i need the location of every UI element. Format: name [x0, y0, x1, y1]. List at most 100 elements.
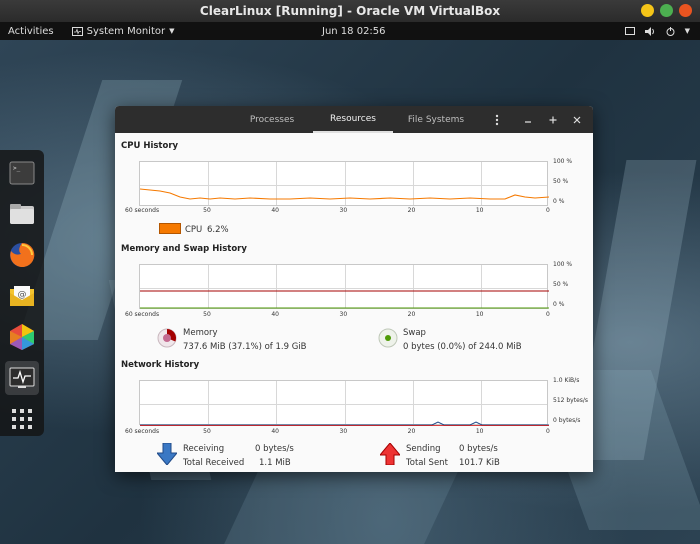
app-menu-label: System Monitor	[86, 25, 166, 37]
cpu-legend-value: 6.2%	[207, 225, 229, 235]
tab-file-systems[interactable]: File Systems	[405, 106, 467, 133]
firefox-icon	[10, 242, 35, 267]
virtualbox-title: ClearLinux [Running] - Oracle VM Virtual…	[199, 4, 501, 18]
y-tick-label: 100 %	[553, 261, 573, 268]
cpu-section-title: CPU History	[121, 141, 179, 151]
clock[interactable]: Jun 18 02:56	[322, 26, 386, 37]
x-tick-label: 50	[203, 428, 211, 435]
volume-icon	[644, 26, 654, 36]
window-minimize-button[interactable]	[518, 106, 538, 133]
sending-rate: 0 bytes/s	[459, 444, 498, 454]
activities-button[interactable]: Activities	[8, 26, 54, 37]
minimize-button[interactable]	[641, 4, 654, 17]
plus-icon	[549, 116, 557, 123]
tab-resources[interactable]: Resources	[313, 106, 393, 133]
x-tick-label: 10	[475, 311, 484, 318]
x-tick-label: 30	[339, 311, 348, 318]
y-tick-label: 0 %	[553, 301, 565, 308]
receiving-arrow-icon	[157, 443, 177, 465]
dash-dock: >_ @	[0, 150, 44, 436]
maximize-button[interactable]	[660, 4, 673, 17]
memory-section-title: Memory and Swap History	[121, 244, 247, 254]
dock-terminal[interactable]: >_	[5, 156, 39, 190]
x-tick-label: 60 seconds	[125, 311, 160, 318]
sending-arrow-icon	[380, 443, 400, 465]
total-sent-value: 101.7 KiB	[459, 458, 500, 468]
menu-button[interactable]	[487, 106, 507, 133]
chevron-down-icon: ▼	[169, 27, 175, 35]
x-tick-label: 10	[475, 207, 484, 214]
window-maximize-button[interactable]	[543, 106, 563, 133]
cpu-history-line	[140, 188, 549, 200]
x-tick-label: 30	[339, 207, 348, 214]
screen-icon	[624, 26, 635, 35]
x-tick-label: 50	[203, 207, 211, 214]
y-tick-label: 100 %	[553, 158, 573, 165]
minimize-icon	[525, 120, 531, 123]
x-tick-label: 40	[271, 311, 279, 318]
cpu-color-swatch[interactable]	[159, 223, 181, 234]
window-header[interactable]: Processes Resources File Systems	[115, 106, 593, 133]
system-monitor-small-icon	[71, 26, 83, 36]
system-tray[interactable]: ▼	[624, 26, 690, 36]
x-tick-label: 40	[271, 428, 279, 435]
x-tick-label: 20	[407, 207, 416, 214]
app-menu[interactable]: System Monitor ▼	[71, 25, 175, 37]
swap-legend-value: 0 bytes (0.0%) of 244.0 MiB	[403, 342, 522, 352]
y-tick-label: 50 %	[553, 178, 569, 185]
app-grid-icon	[12, 409, 32, 429]
receiving-rate: 0 bytes/s	[255, 444, 294, 454]
x-tick-label: 0	[546, 311, 550, 318]
x-tick-label: 50	[203, 311, 211, 318]
y-tick-label: 0 bytes/s	[553, 417, 581, 424]
dock-software[interactable]	[5, 320, 39, 354]
x-tick-label: 20	[407, 428, 416, 435]
memory-legend-value: 737.6 MiB (37.1%) of 1.9 GiB	[183, 342, 307, 352]
y-tick-label: 50 %	[553, 281, 569, 288]
close-icon	[573, 116, 581, 123]
window-close-button[interactable]	[567, 106, 587, 133]
software-icon	[10, 324, 34, 350]
y-tick-label: 0 %	[553, 198, 565, 205]
chevron-down-icon: ▼	[684, 27, 690, 35]
total-received-label: Total Received	[183, 458, 245, 468]
memory-history-graph	[139, 264, 549, 309]
cpu-history-graph	[139, 161, 549, 206]
x-tick-label: 10	[475, 428, 484, 435]
svg-text:>_: >_	[13, 165, 21, 172]
mail-icon: @	[10, 286, 34, 306]
dock-app-grid[interactable]	[5, 402, 39, 436]
close-button[interactable]	[679, 4, 692, 17]
y-tick-label: 1.0 KiB/s	[553, 377, 580, 384]
power-icon	[666, 26, 675, 36]
x-tick-label: 60 seconds	[125, 207, 160, 214]
sending-label: Sending	[406, 444, 441, 454]
x-tick-label: 0	[546, 428, 550, 435]
x-tick-label: 40	[271, 207, 279, 214]
receiving-history-line	[140, 421, 549, 426]
dock-system-monitor[interactable]	[5, 361, 39, 395]
total-sent-label: Total Sent	[406, 458, 448, 468]
system-monitor-window: Processes Resources File Systems CPU His…	[115, 106, 593, 472]
dock-files[interactable]	[5, 197, 39, 231]
network-section-title: Network History	[121, 360, 200, 370]
swap-pie-icon[interactable]	[378, 328, 398, 348]
x-tick-label: 30	[339, 428, 348, 435]
y-tick-label: 512 bytes/s	[553, 397, 589, 404]
memory-pie-icon[interactable]	[157, 328, 177, 348]
kebab-menu-icon	[495, 114, 499, 125]
x-tick-label: 20	[407, 311, 416, 318]
virtualbox-titlebar: ClearLinux [Running] - Oracle VM Virtual…	[0, 0, 700, 22]
x-tick-label: 60 seconds	[125, 428, 160, 435]
tab-processes[interactable]: Processes	[240, 106, 304, 133]
cpu-legend-label: CPU	[185, 225, 203, 235]
swap-legend-label: Swap	[403, 328, 426, 338]
receiving-label: Receiving	[183, 444, 225, 454]
dock-mail[interactable]: @	[5, 279, 39, 313]
dock-firefox[interactable]	[5, 238, 39, 272]
network-history-graph	[139, 380, 549, 426]
x-tick-label: 0	[546, 207, 550, 214]
files-icon	[10, 204, 34, 224]
total-received-value: 1.1 MiB	[259, 458, 291, 468]
terminal-icon: >_	[9, 161, 35, 185]
